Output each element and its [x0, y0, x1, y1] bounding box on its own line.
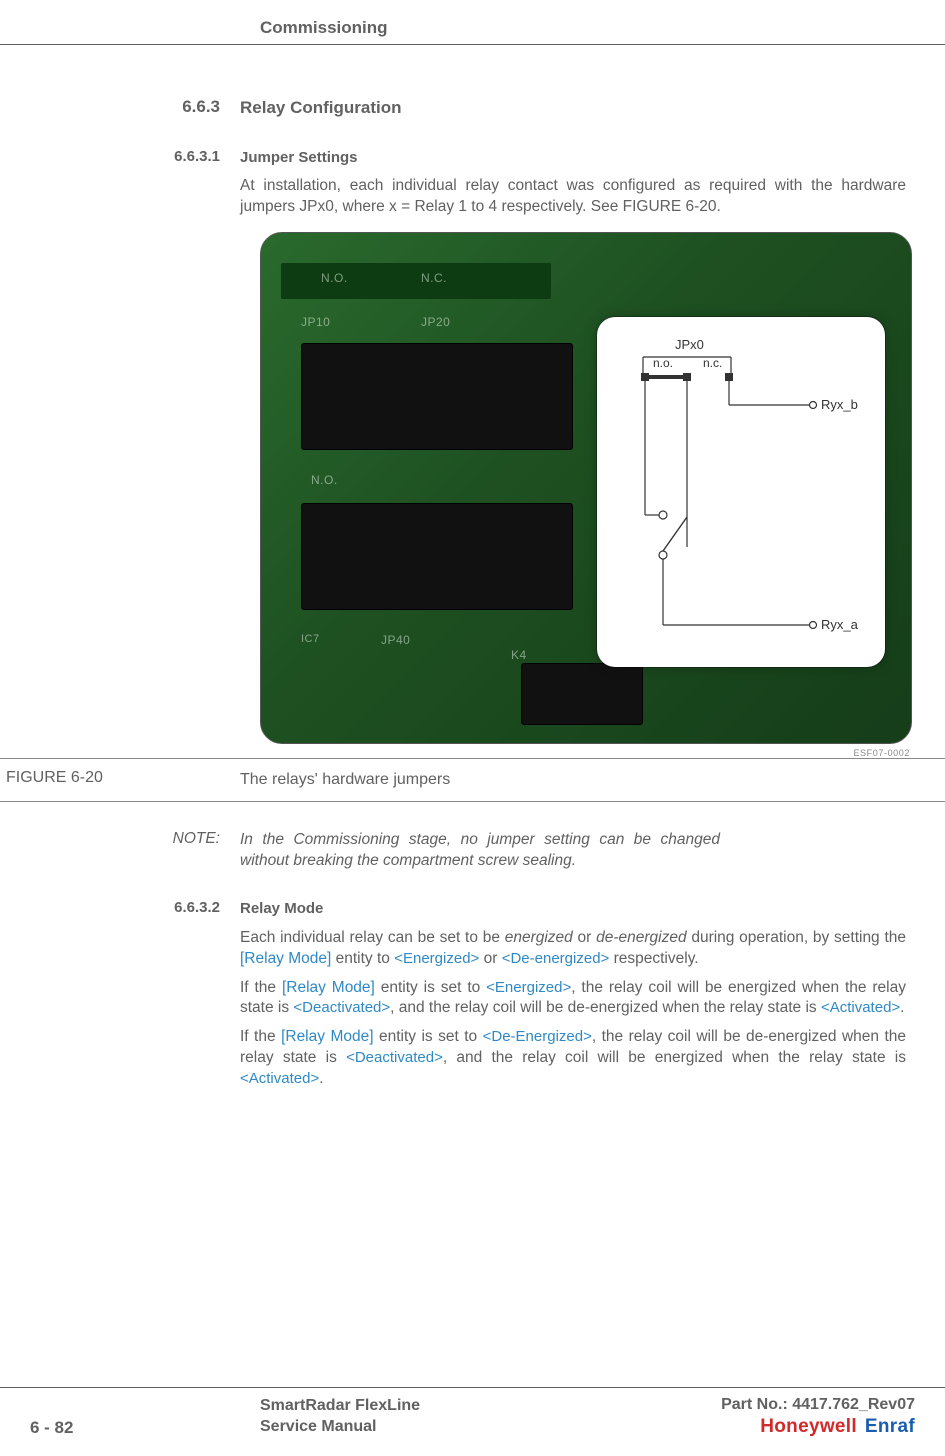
subsection-title: Jumper Settings: [240, 148, 910, 168]
page-content: 6.6.3 Relay Configuration 6.6.3.1 Jumper…: [0, 45, 945, 1090]
brand-logo: HoneywellEnraf: [640, 1416, 915, 1438]
paragraph: Each individual relay can be set to be e…: [240, 928, 910, 970]
brand-enraf: Enraf: [857, 1416, 915, 1437]
subsection-number: 6.6.3.2: [0, 899, 240, 919]
silk-label: JP10: [301, 315, 330, 329]
label-ryxb: Ryx_b: [821, 397, 858, 412]
note-body: In the Commissioning stage, no jumper se…: [240, 830, 720, 872]
entity-relay-mode: [Relay Mode]: [281, 1028, 373, 1045]
label-ryxa: Ryx_a: [821, 617, 859, 632]
silk-label: N.O.: [311, 473, 338, 487]
subsection-number: 6.6.3.1: [0, 148, 240, 168]
value-energized: <Energized>: [394, 950, 479, 967]
silk-label: K4: [511, 648, 527, 662]
label-jpx0: JPx0: [675, 337, 704, 352]
doc-title-2: Service Manual: [260, 1417, 640, 1438]
silk-label: N.O.: [321, 271, 348, 285]
entity-relay-mode: [Relay Mode]: [240, 950, 331, 967]
entity-relay-mode: [Relay Mode]: [282, 979, 375, 996]
value-activated: <Activated>: [240, 1070, 319, 1087]
jumper-schematic: JPx0 n.o. n.c. Ryx_b Ryx_a: [597, 317, 885, 667]
figure-label: FIGURE 6-20: [0, 769, 240, 791]
pcb-photo: N.O. N.C. JP10 JP20 N.O. IC7 JP40 K4 JPx…: [260, 232, 912, 744]
chapter-header: Commissioning: [0, 0, 945, 45]
chapter-title: Commissioning: [260, 18, 388, 37]
part-number: Part No.: 4417.762_Rev07: [640, 1396, 915, 1414]
brand-honeywell: Honeywell: [760, 1416, 857, 1437]
section-title: Relay Configuration: [240, 97, 910, 120]
paragraph: If the [Relay Mode] entity is set to <De…: [240, 1027, 910, 1090]
value-activated: <Activated>: [821, 999, 900, 1016]
silk-label: JP20: [421, 315, 450, 329]
figure-caption: The relays' hardware jumpers: [240, 769, 910, 791]
section-number: 6.6.3: [0, 97, 240, 120]
subsection-title: Relay Mode: [240, 899, 910, 919]
doc-title-1: SmartRadar FlexLine: [260, 1396, 640, 1417]
page-footer: 6 - 82 SmartRadar FlexLine Service Manua…: [0, 1387, 945, 1456]
value-deactivated: <Deactivated>: [293, 999, 390, 1016]
figure-code: ESF07-0002: [0, 748, 944, 758]
page-number: 6 - 82: [30, 1400, 260, 1438]
paragraph: At installation, each individual relay c…: [240, 176, 910, 218]
paragraph: If the [Relay Mode] entity is set to <En…: [240, 978, 910, 1020]
value-energized: <Energized>: [486, 979, 571, 996]
figure: N.O. N.C. JP10 JP20 N.O. IC7 JP40 K4 JPx…: [0, 232, 945, 744]
silk-label: N.C.: [421, 271, 447, 285]
value-deenergized: <De-energized>: [502, 950, 610, 967]
silk-label: IC7: [301, 633, 320, 645]
label-no: n.o.: [653, 356, 673, 370]
note-label: NOTE:: [0, 830, 240, 872]
value-de-energized: <De-Energized>: [483, 1028, 592, 1045]
value-deactivated: <Deactivated>: [346, 1049, 443, 1066]
label-nc: n.c.: [703, 356, 722, 370]
silk-label: JP40: [381, 633, 410, 647]
